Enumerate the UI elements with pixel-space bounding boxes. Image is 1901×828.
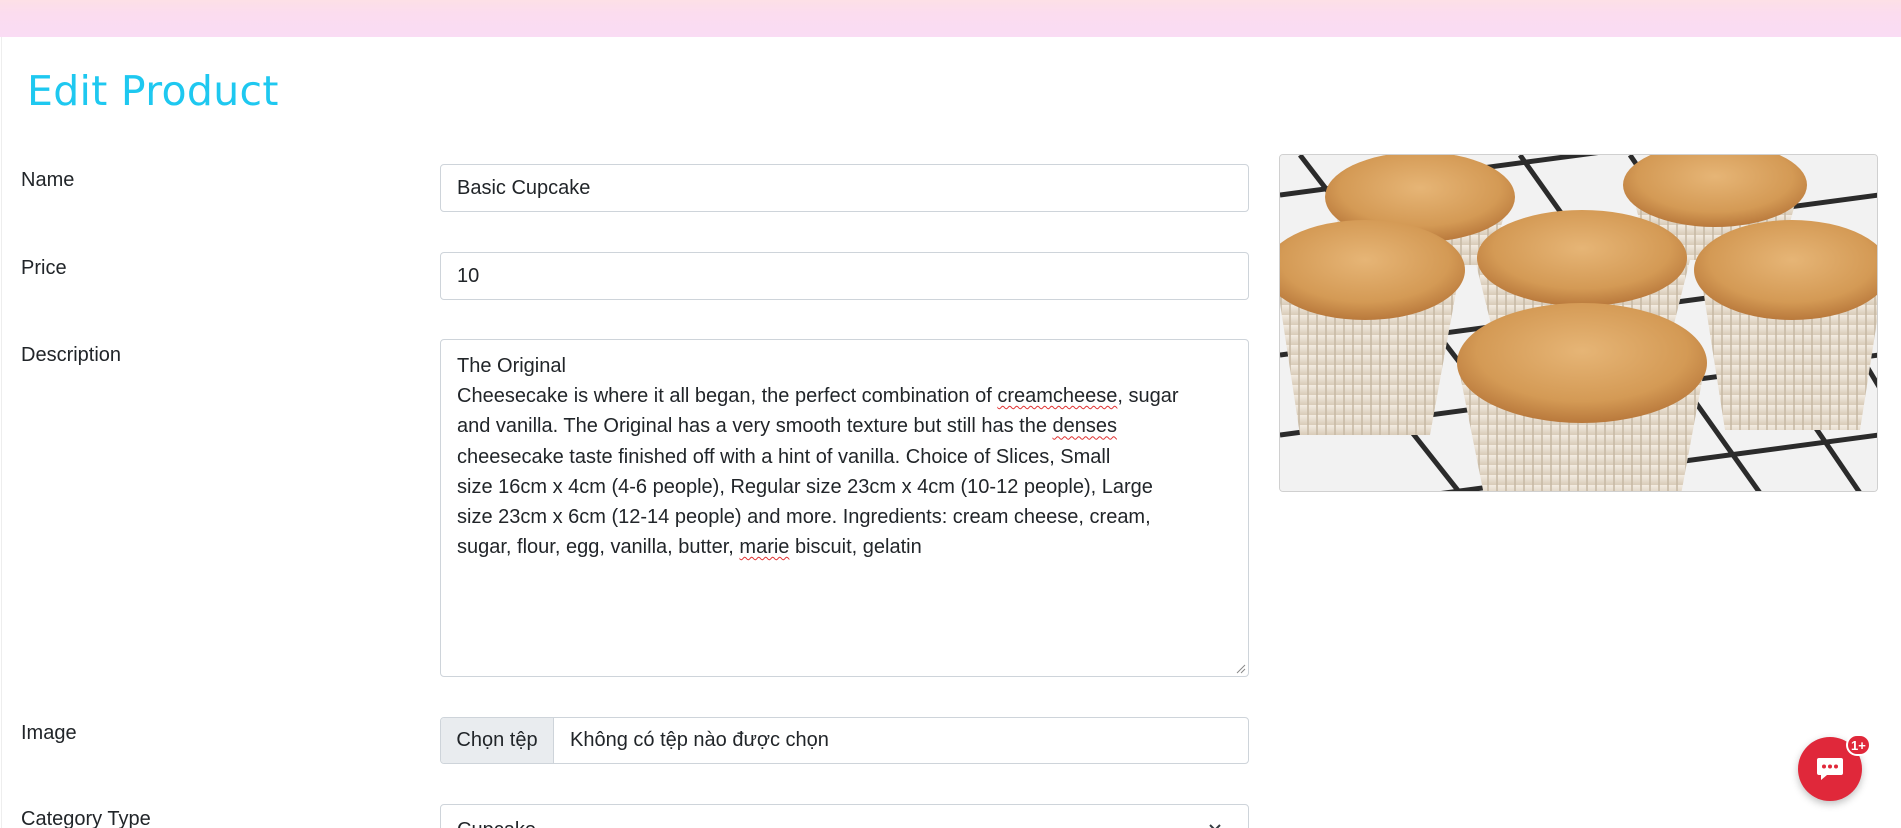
product-image-preview [1279,154,1878,492]
description-line: The Original [457,355,566,377]
choose-file-button[interactable]: Chọn tệp [441,718,554,763]
file-status-text: Không có tệp nào được chọn [570,729,829,751]
image-label: Image [21,722,77,744]
name-input[interactable]: Basic Cupcake [440,164,1249,212]
misspelled-word: marie [739,536,790,559]
description-line: size 23cm x 6cm (12-14 people) and more.… [457,506,1151,529]
description-line: cheesecake taste finished off with a hin… [457,445,1111,468]
price-input[interactable]: 10 [440,252,1249,300]
name-label: Name [21,169,75,191]
category-type-value: Cupcake [457,819,536,828]
description-line: Cheesecake is where it all began, the pe… [457,385,1179,408]
price-input-value: 10 [457,264,480,287]
description-line: sugar, flour, egg, vanilla, butter, mari… [457,536,922,559]
category-type-label: Category Type [21,808,151,828]
top-header-strip [0,0,1901,37]
description-label: Description [21,344,122,366]
chat-notification-badge: 1+ [1846,734,1871,756]
image-file-input[interactable]: Chọn tệp Không có tệp nào được chọn [440,717,1249,764]
chat-bubble-icon [1817,758,1843,780]
description-line: and vanilla. The Original has a very smo… [457,415,1118,438]
description-line: size 16cm x 4cm (4-6 people), Regular si… [457,475,1153,498]
resize-handle-icon[interactable] [1236,664,1246,674]
name-input-value: Basic Cupcake [457,176,591,199]
description-textarea[interactable]: The Original Cheesecake is where it all … [440,339,1249,677]
cupcakes-photo [1280,155,1877,491]
price-label: Price [21,257,67,279]
chevron-down-icon [1209,824,1221,828]
category-type-select[interactable]: Cupcake [440,804,1249,828]
misspelled-word: denses [1052,415,1118,438]
page-title: Edit Product [27,67,279,115]
misspelled-word: creamcheese [997,385,1118,408]
